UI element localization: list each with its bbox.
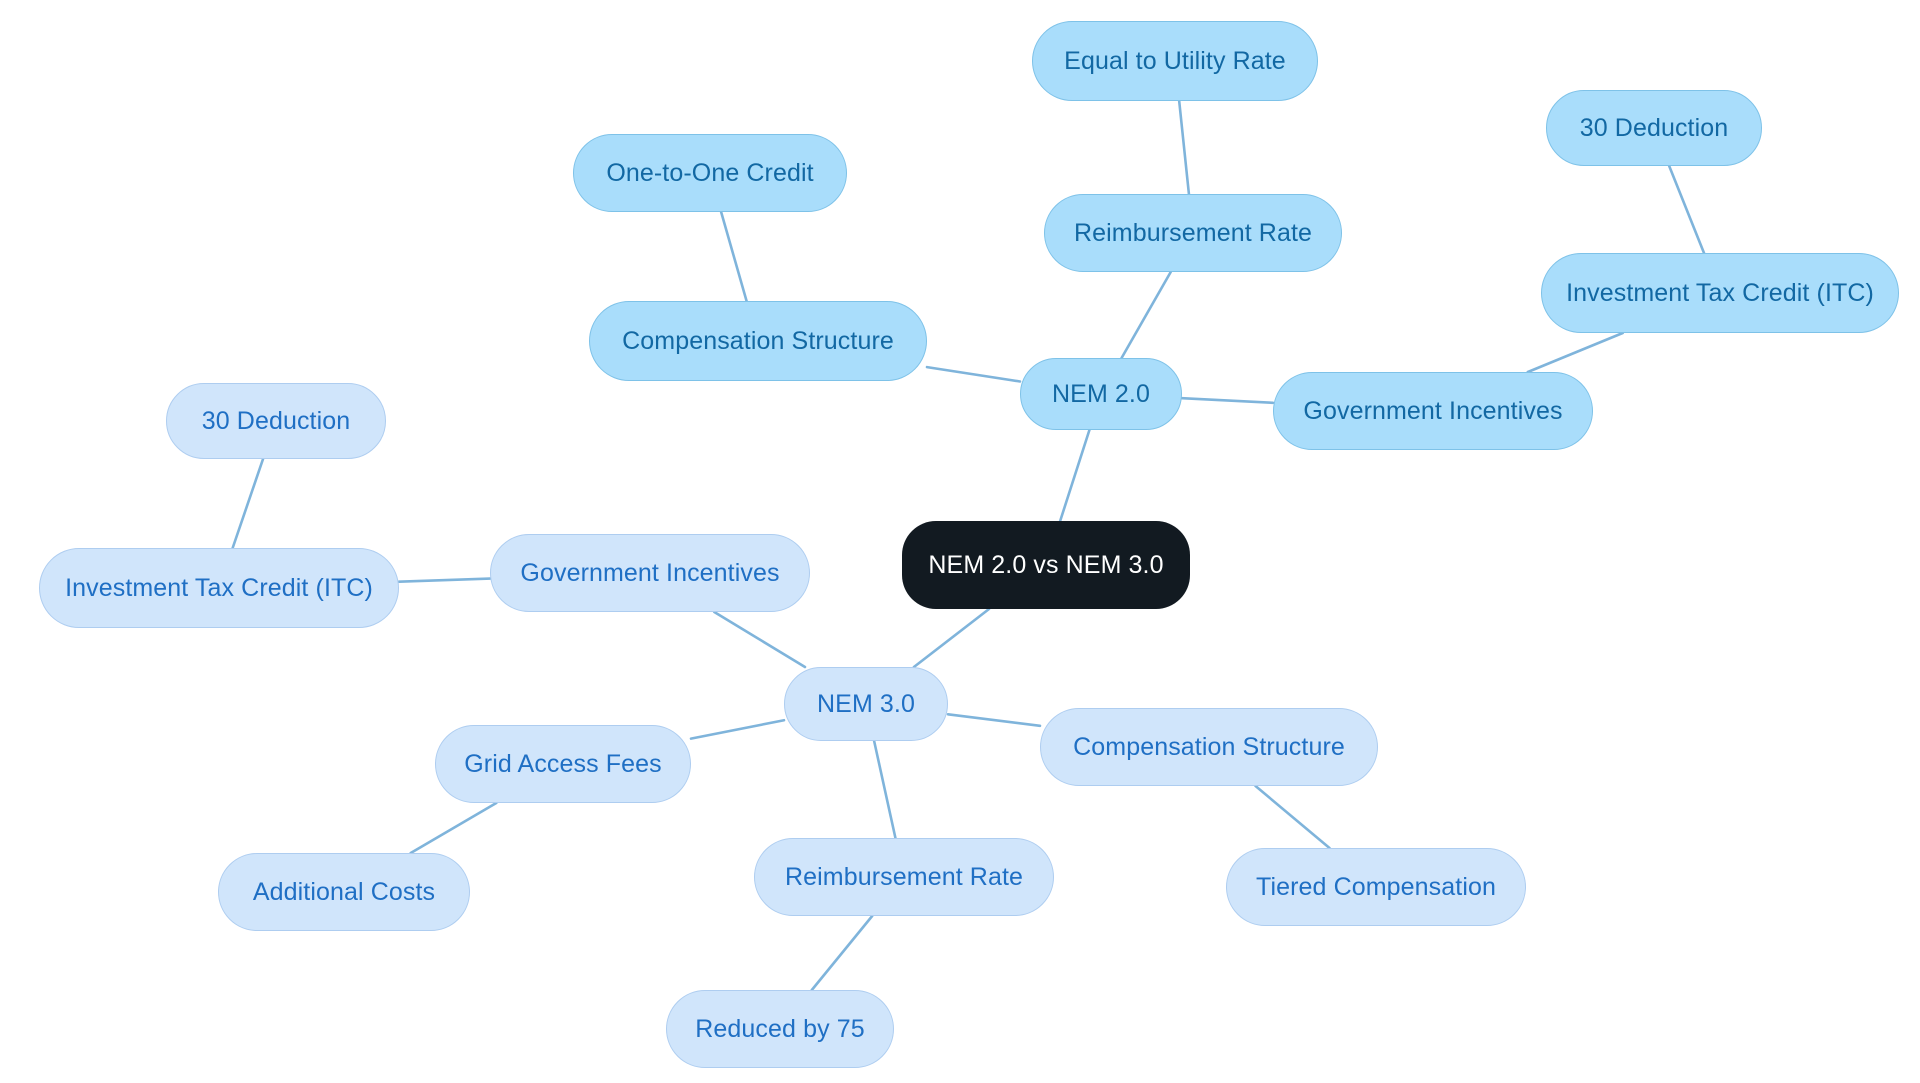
mindmap-node-nem2-investment-tax-credit[interactable]: Investment Tax Credit (ITC) [1541, 253, 1899, 333]
mindmap-edge [1177, 99, 1191, 196]
mindmap-edge [810, 914, 874, 992]
mindmap-node-nem2-30-deduction[interactable]: 30 Deduction [1546, 90, 1762, 166]
mindmap-node-nem3-government-incentives[interactable]: Government Incentives [490, 534, 810, 612]
mindmap-edge [1180, 396, 1275, 405]
mindmap-node-one-to-one-credit[interactable]: One-to-One Credit [573, 134, 847, 212]
mindmap-node-reduced-by-75[interactable]: Reduced by 75 [666, 990, 894, 1068]
mindmap-edge [1058, 428, 1091, 523]
mindmap-node-nem3-30-deduction[interactable]: 30 Deduction [166, 383, 386, 459]
mindmap-node-tiered-compensation[interactable]: Tiered Compensation [1226, 848, 1526, 926]
mindmap-edge [409, 801, 498, 855]
mindmap-edge [925, 365, 1022, 383]
mindmap-edge [719, 210, 748, 303]
mindmap-node-nem2-government-incentives[interactable]: Government Incentives [1273, 372, 1593, 450]
mindmap-edge [689, 718, 786, 740]
mindmap-node-nem-3-0[interactable]: NEM 3.0 [784, 667, 948, 741]
mindmap-node-grid-access-fees[interactable]: Grid Access Fees [435, 725, 691, 803]
mindmap-node-equal-to-utility-rate[interactable]: Equal to Utility Rate [1032, 21, 1318, 101]
mindmap-node-nem2-compensation-structure[interactable]: Compensation Structure [589, 301, 927, 381]
mindmap-node-nem3-reimbursement-rate[interactable]: Reimbursement Rate [754, 838, 1054, 916]
mindmap-node-nem-2-0[interactable]: NEM 2.0 [1020, 358, 1182, 430]
mindmap-root-node[interactable]: NEM 2.0 vs NEM 3.0 [902, 521, 1190, 609]
mindmap-edge [912, 607, 991, 669]
mindmap-edge [1526, 331, 1625, 374]
mindmap-edge [872, 739, 897, 840]
mindmap-edge [713, 610, 807, 669]
mindmap-node-nem3-investment-tax-credit[interactable]: Investment Tax Credit (ITC) [39, 548, 399, 628]
mindmap-edge [946, 712, 1042, 728]
mindmap-edge [1667, 164, 1706, 255]
mindmap-edge [1254, 784, 1331, 850]
mindmap-node-nem3-compensation-structure[interactable]: Compensation Structure [1040, 708, 1378, 786]
mindmap-edge [397, 577, 492, 584]
mindmap-node-nem2-reimbursement-rate[interactable]: Reimbursement Rate [1044, 194, 1342, 272]
mindmap-edge [1120, 270, 1173, 360]
mindmap-canvas: NEM 2.0 vs NEM 3.0 NEM 2.0 Compensation … [0, 0, 1920, 1083]
mindmap-edge [231, 457, 265, 550]
mindmap-node-additional-costs[interactable]: Additional Costs [218, 853, 470, 931]
